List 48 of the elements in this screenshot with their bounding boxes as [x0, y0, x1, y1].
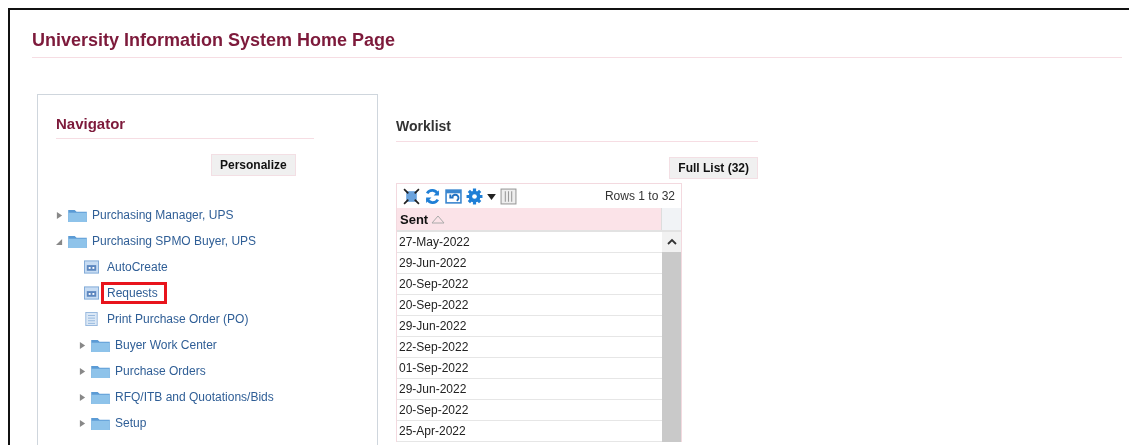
collapsed-triangle-icon[interactable]: [79, 418, 86, 428]
scrollbar[interactable]: [662, 232, 681, 442]
tree-folder-link[interactable]: RFQ/ITB and Quotations/Bids: [109, 386, 283, 408]
collapsed-triangle-icon[interactable]: [79, 366, 86, 376]
date-cell: 20-Sep-2022: [397, 274, 662, 295]
document-icon: [84, 312, 99, 326]
page-title: University Information System Home Page: [32, 30, 1122, 58]
date-cell: 29-Jun-2022: [397, 316, 662, 337]
column-header[interactable]: Sent: [397, 211, 429, 227]
expand-icon[interactable]: [403, 187, 420, 205]
folder-icon: [91, 364, 110, 378]
tree-folder-link[interactable]: Purchase Orders: [109, 360, 215, 382]
rows-range-label: Rows 1 to 32: [604, 189, 675, 203]
sort-arrow-icon[interactable]: [431, 214, 446, 224]
date-cell: 29-Jun-2022: [397, 253, 662, 274]
collapsed-triangle-icon[interactable]: [79, 392, 86, 402]
tree-link[interactable]: AutoCreate: [101, 256, 177, 278]
refresh-icon[interactable]: [424, 187, 441, 205]
settings-icon[interactable]: [466, 187, 483, 205]
folder-icon: [91, 390, 110, 404]
date-cell: 27-May-2022: [397, 232, 662, 253]
scroll-up-icon[interactable]: [666, 238, 677, 245]
collapsed-triangle-icon[interactable]: [79, 340, 86, 350]
tree-link[interactable]: Requests: [101, 282, 167, 304]
caret-icon[interactable]: [487, 192, 496, 200]
folder-icon: [68, 234, 87, 248]
date-cell: 01-Sep-2022: [397, 358, 662, 379]
collapsed-triangle-icon[interactable]: [56, 210, 63, 220]
folder-icon: [91, 416, 110, 430]
date-cell: 22-Sep-2022: [397, 337, 662, 358]
date-cell: 29-Jun-2022: [397, 379, 662, 400]
date-cell: 20-Sep-2022: [397, 400, 662, 421]
date-cell: 25-Apr-2022: [397, 421, 662, 442]
worklist-heading: Worklist: [396, 118, 758, 142]
tree-folder-link[interactable]: Setup: [109, 412, 156, 434]
folder-icon: [91, 338, 110, 352]
tree-link[interactable]: Print Purchase Order (PO): [101, 308, 258, 330]
date-cell: 20-Sep-2022: [397, 295, 662, 316]
window-icon: [84, 286, 99, 300]
folder-icon: [68, 208, 87, 222]
window-icon: [84, 260, 99, 274]
tree-folder-link[interactable]: Purchasing SPMO Buyer, UPS: [86, 230, 266, 252]
navigator-heading: Navigator: [56, 115, 314, 139]
full-list-button[interactable]: Full List (32): [669, 157, 758, 179]
tree-folder-link[interactable]: Purchasing Manager, UPS: [86, 204, 243, 226]
detach-window-icon[interactable]: [445, 187, 462, 205]
tree-folder-link[interactable]: Buyer Work Center: [109, 334, 226, 356]
personalize-button[interactable]: Personalize: [211, 154, 296, 176]
